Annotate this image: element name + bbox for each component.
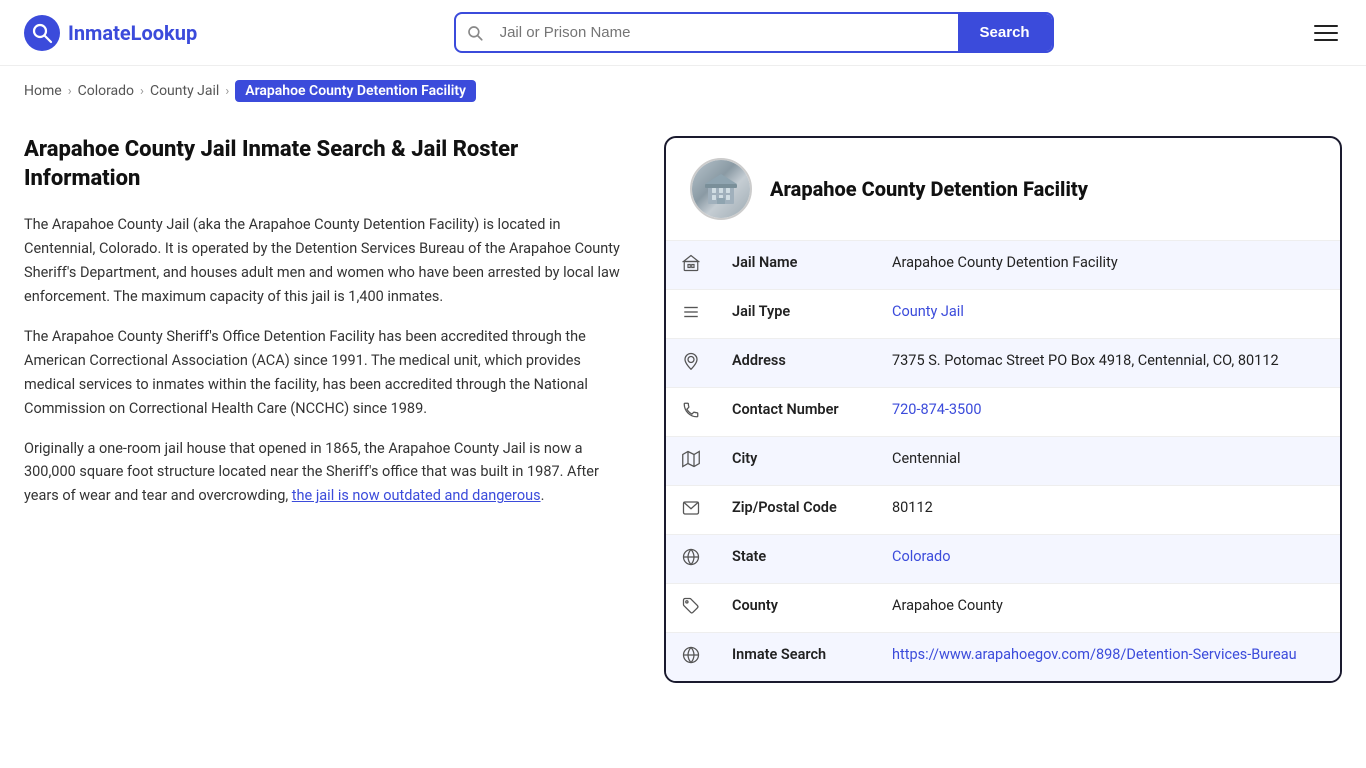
page-heading: Arapahoe County Jail Inmate Search & Jai… bbox=[24, 136, 624, 193]
row-label: Address bbox=[716, 339, 876, 388]
description-para-3: Originally a one-room jail house that op… bbox=[24, 437, 624, 509]
facility-image bbox=[690, 158, 752, 220]
row-label: County bbox=[716, 584, 876, 633]
row-icon bbox=[666, 290, 716, 339]
row-value-link[interactable]: County Jail bbox=[892, 303, 964, 320]
card-title: Arapahoe County Detention Facility bbox=[770, 177, 1088, 201]
row-icon bbox=[666, 241, 716, 290]
search-icon-wrap bbox=[456, 24, 494, 42]
table-row: CityCentennial bbox=[666, 437, 1340, 486]
breadcrumb-active: Arapahoe County Detention Facility bbox=[235, 80, 476, 102]
row-label: Zip/Postal Code bbox=[716, 486, 876, 535]
table-row: CountyArapahoe County bbox=[666, 584, 1340, 633]
right-column: Arapahoe County Detention Facility Jail … bbox=[664, 136, 1342, 683]
table-row: Zip/Postal Code80112 bbox=[666, 486, 1340, 535]
search-icon bbox=[466, 24, 484, 42]
description-para-1: The Arapahoe County Jail (aka the Arapah… bbox=[24, 213, 624, 309]
para3-text-after: . bbox=[541, 487, 545, 504]
row-icon bbox=[666, 339, 716, 388]
row-value[interactable]: https://www.arapahoegov.com/898/Detentio… bbox=[876, 633, 1340, 682]
description-para-2: The Arapahoe County Sheriff's Office Det… bbox=[24, 325, 624, 421]
row-label: Inmate Search bbox=[716, 633, 876, 682]
row-label: Jail Type bbox=[716, 290, 876, 339]
table-row: Address7375 S. Potomac Street PO Box 491… bbox=[666, 339, 1340, 388]
breadcrumb-type[interactable]: County Jail bbox=[150, 83, 219, 99]
search-button[interactable]: Search bbox=[958, 14, 1052, 51]
breadcrumb-state[interactable]: Colorado bbox=[78, 83, 134, 99]
menu-line-1 bbox=[1314, 25, 1338, 27]
logo-text: InmateLookup bbox=[68, 21, 197, 45]
search-input[interactable] bbox=[494, 14, 958, 51]
row-value[interactable]: Colorado bbox=[876, 535, 1340, 584]
breadcrumb-sep-2: › bbox=[140, 84, 144, 99]
row-label: State bbox=[716, 535, 876, 584]
row-icon bbox=[666, 388, 716, 437]
row-value[interactable]: 720-874-3500 bbox=[876, 388, 1340, 437]
menu-line-3 bbox=[1314, 39, 1338, 41]
card-header: Arapahoe County Detention Facility bbox=[666, 138, 1340, 241]
main-content: Arapahoe County Jail Inmate Search & Jai… bbox=[0, 116, 1366, 723]
info-table: Jail NameArapahoe County Detention Facil… bbox=[666, 241, 1340, 681]
hamburger-menu-button[interactable] bbox=[1310, 21, 1342, 45]
table-row: Inmate Search https://www.arapahoegov.com… bbox=[666, 633, 1340, 682]
menu-line-2 bbox=[1314, 32, 1338, 34]
row-icon bbox=[666, 486, 716, 535]
row-icon bbox=[666, 633, 716, 682]
breadcrumb-sep-3: › bbox=[225, 84, 229, 99]
search-wrap: Search bbox=[454, 12, 1054, 53]
table-row: Jail Type County Jail bbox=[666, 290, 1340, 339]
logo-link[interactable]: InmateLookup bbox=[24, 15, 197, 51]
row-label: Contact Number bbox=[716, 388, 876, 437]
site-header: InmateLookup Search bbox=[0, 0, 1366, 66]
row-value: Arapahoe County bbox=[876, 584, 1340, 633]
row-value: Centennial bbox=[876, 437, 1340, 486]
breadcrumb-home[interactable]: Home bbox=[24, 83, 62, 99]
building-icon bbox=[702, 170, 740, 208]
facility-card: Arapahoe County Detention Facility Jail … bbox=[664, 136, 1342, 683]
row-value-link[interactable]: 720-874-3500 bbox=[892, 401, 982, 418]
para3-link[interactable]: the jail is now outdated and dangerous bbox=[292, 487, 541, 504]
table-row: Jail NameArapahoe County Detention Facil… bbox=[666, 241, 1340, 290]
row-value: 7375 S. Potomac Street PO Box 4918, Cent… bbox=[876, 339, 1340, 388]
row-label: City bbox=[716, 437, 876, 486]
row-icon bbox=[666, 584, 716, 633]
row-value-link[interactable]: https://www.arapahoegov.com/898/Detentio… bbox=[892, 646, 1297, 663]
table-row: State Colorado bbox=[666, 535, 1340, 584]
row-value-link[interactable]: Colorado bbox=[892, 548, 950, 565]
row-icon bbox=[666, 437, 716, 486]
row-label: Jail Name bbox=[716, 241, 876, 290]
breadcrumb: Home › Colorado › County Jail › Arapahoe… bbox=[0, 66, 1366, 116]
breadcrumb-sep-1: › bbox=[68, 84, 72, 99]
table-row: Contact Number 720-874-3500 bbox=[666, 388, 1340, 437]
facility-image-inner bbox=[692, 160, 750, 218]
row-value: Arapahoe County Detention Facility bbox=[876, 241, 1340, 290]
row-icon bbox=[666, 535, 716, 584]
row-value[interactable]: County Jail bbox=[876, 290, 1340, 339]
left-column: Arapahoe County Jail Inmate Search & Jai… bbox=[24, 136, 664, 683]
logo-icon bbox=[24, 15, 60, 51]
row-value: 80112 bbox=[876, 486, 1340, 535]
search-area: Search bbox=[454, 12, 1054, 53]
